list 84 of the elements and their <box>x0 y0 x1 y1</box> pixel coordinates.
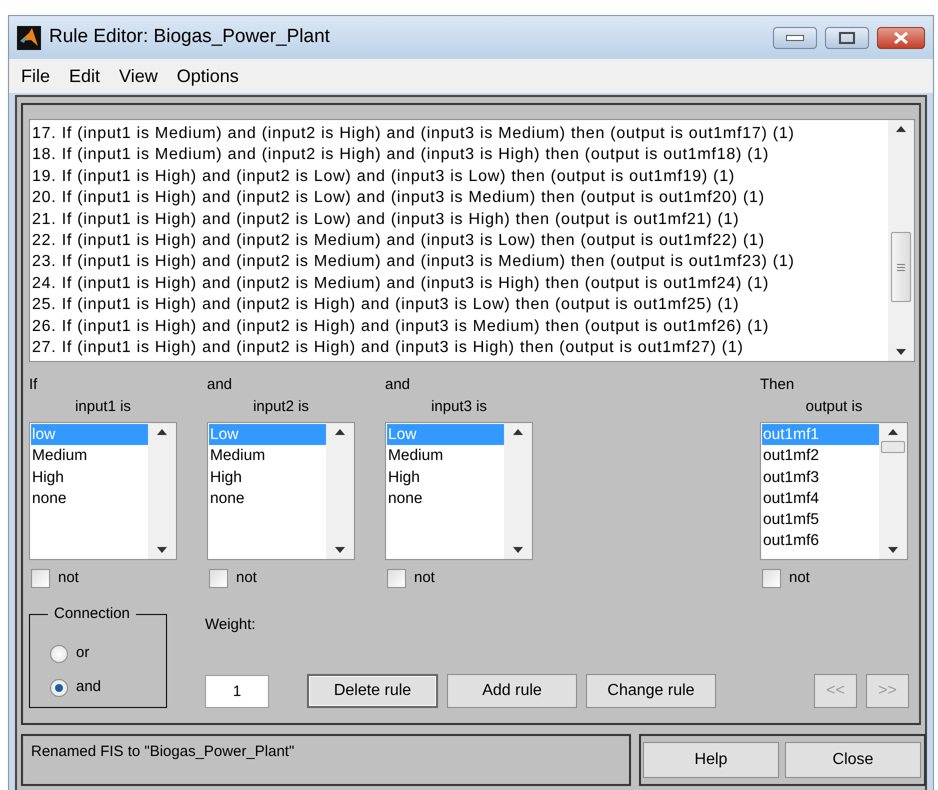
rule-line[interactable]: 18. If (input1 is Medium) and (input2 is High) and (input3 is High) then (output is out1mf18) (1) <box>32 144 888 166</box>
variable-label: input2 is <box>252 397 310 417</box>
menu-item[interactable]: View <box>119 62 165 90</box>
rule-line[interactable]: 19. If (input1 is High) and (input2 is Low) and (input3 is Low) then (output is out1mf19) (1) <box>32 166 888 188</box>
minimize-button[interactable] <box>773 26 817 48</box>
rule-line[interactable]: 23. If (input1 is High) and (input2 is Medium) and (input3 is Medium) then (output is out1mf23) (1) <box>32 251 888 273</box>
not-checkbox[interactable] <box>387 568 406 588</box>
rule-button[interactable]: Change rule <box>586 674 716 708</box>
rule-line[interactable]: 27. If (input1 is High) and (input2 is High) and (input3 is High) then (output is out1mf27) (1) <box>32 337 888 358</box>
scroll-down-icon[interactable] <box>513 547 523 553</box>
rule-button[interactable]: Delete rule <box>307 674 438 708</box>
list-option[interactable]: High <box>387 466 504 488</box>
membership-list[interactable]: Low Medium High none <box>207 422 355 560</box>
rule-list[interactable] <box>29 119 915 362</box>
variable-label: input3 is <box>430 397 488 417</box>
list-option[interactable]: none <box>31 488 148 510</box>
scrollbar[interactable] <box>888 120 914 361</box>
dialog-button[interactable]: Close <box>785 742 921 778</box>
close-icon <box>893 32 909 44</box>
list-option[interactable]: out1mf3 <box>762 466 879 488</box>
menu-item[interactable]: Options <box>176 62 246 90</box>
list-option[interactable]: Medium <box>209 445 326 467</box>
window-title: Rule Editor: Biogas_Power_Plant <box>49 25 331 50</box>
not-checkbox[interactable] <box>762 568 781 588</box>
scroll-up-icon[interactable] <box>513 429 523 435</box>
menu-item[interactable]: File <box>21 62 58 90</box>
radio-button[interactable] <box>50 644 68 662</box>
rule-line[interactable]: 25. If (input1 is High) and (input2 is High) and (input3 is Low) then (output is out1mf25) (1) <box>32 294 888 316</box>
scroll-down-icon[interactable] <box>157 547 167 553</box>
connector-label: and <box>385 375 412 395</box>
scroll-up-icon[interactable] <box>157 429 167 435</box>
connector-label: Then <box>760 375 796 395</box>
not-label: not <box>236 568 257 588</box>
list-option[interactable]: out1mf4 <box>762 488 879 510</box>
not-label: not <box>58 568 79 588</box>
scroll-thumb[interactable] <box>881 441 905 453</box>
rule-button[interactable]: Add rule <box>447 674 577 708</box>
status-message: Renamed FIS to "Biogas_Power_Plant" <box>21 734 631 786</box>
list-option[interactable]: out1mf5 <box>762 509 879 530</box>
minimize-icon <box>786 34 804 40</box>
rule-line[interactable]: 21. If (input1 is High) and (input2 is Low) and (input3 is High) then (output is out1mf21) (1) <box>32 208 888 230</box>
scroll-thumb[interactable] <box>891 232 911 302</box>
list-option[interactable]: none <box>387 488 504 510</box>
scroll-up-icon[interactable] <box>335 429 345 435</box>
list-option[interactable]: Medium <box>387 445 504 467</box>
list-option[interactable]: none <box>209 488 326 510</box>
scroll-down-icon[interactable] <box>335 547 345 553</box>
weight-label: Weight: <box>205 614 257 634</box>
menu-item[interactable]: Edit <box>69 62 108 90</box>
rule-line[interactable]: 17. If (input1 is Medium) and (input2 is High) and (input3 is Medium) then (output is out1mf17) (1) <box>32 123 888 144</box>
not-label: not <box>789 568 810 588</box>
list-option[interactable]: out1mf6 <box>762 530 879 552</box>
variable-label: output is <box>804 397 864 417</box>
list-option[interactable]: High <box>31 466 148 488</box>
weight-field[interactable]: 1 <box>205 674 269 708</box>
radio-label: or <box>76 643 90 664</box>
connector-label: and <box>207 375 234 395</box>
rule-line[interactable]: 24. If (input1 is High) and (input2 is Medium) and (input3 is High) then (output is out1mf24) (1) <box>32 272 888 294</box>
connector-label: If <box>29 375 38 395</box>
variable-label: input1 is <box>74 397 132 417</box>
not-checkbox[interactable] <box>31 568 50 588</box>
close-window-button[interactable] <box>877 26 925 48</box>
membership-list[interactable]: low Medium High none <box>29 422 177 560</box>
not-checkbox[interactable] <box>209 568 228 588</box>
list-option[interactable]: Medium <box>31 445 148 467</box>
membership-list[interactable]: Low Medium High none <box>385 422 533 560</box>
membership-list[interactable]: out1mf1 out1mf2 out1mf3 out1mf4 out1mf5 out1mf6 <box>760 422 908 560</box>
scroll-down-icon[interactable] <box>896 349 906 355</box>
scroll-up-icon[interactable] <box>896 126 906 132</box>
app-logo-icon <box>17 26 41 50</box>
radio-label: and <box>76 677 102 698</box>
maximize-icon <box>839 32 855 44</box>
scroll-down-icon[interactable] <box>888 547 898 553</box>
grip-icon <box>897 264 905 270</box>
scroll-up-icon[interactable] <box>888 429 898 435</box>
dialog-button[interactable]: Help <box>643 742 779 778</box>
maximize-button[interactable] <box>825 26 869 48</box>
not-label: not <box>414 568 435 588</box>
rule-line[interactable]: 20. If (input1 is High) and (input2 is Low) and (input3 is Medium) then (output is out1mf20) (1) <box>32 187 888 209</box>
list-option[interactable]: out1mf2 <box>762 445 879 467</box>
rule-line[interactable]: 22. If (input1 is High) and (input2 is Medium) and (input3 is Low) then (output is out1mf22) (1) <box>32 230 888 252</box>
list-option[interactable]: High <box>209 466 326 488</box>
rule-line[interactable]: 26. If (input1 is High) and (input2 is High) and (input3 is Medium) then (output is out1mf26) (1) <box>32 316 888 338</box>
radio-button[interactable] <box>50 678 68 696</box>
